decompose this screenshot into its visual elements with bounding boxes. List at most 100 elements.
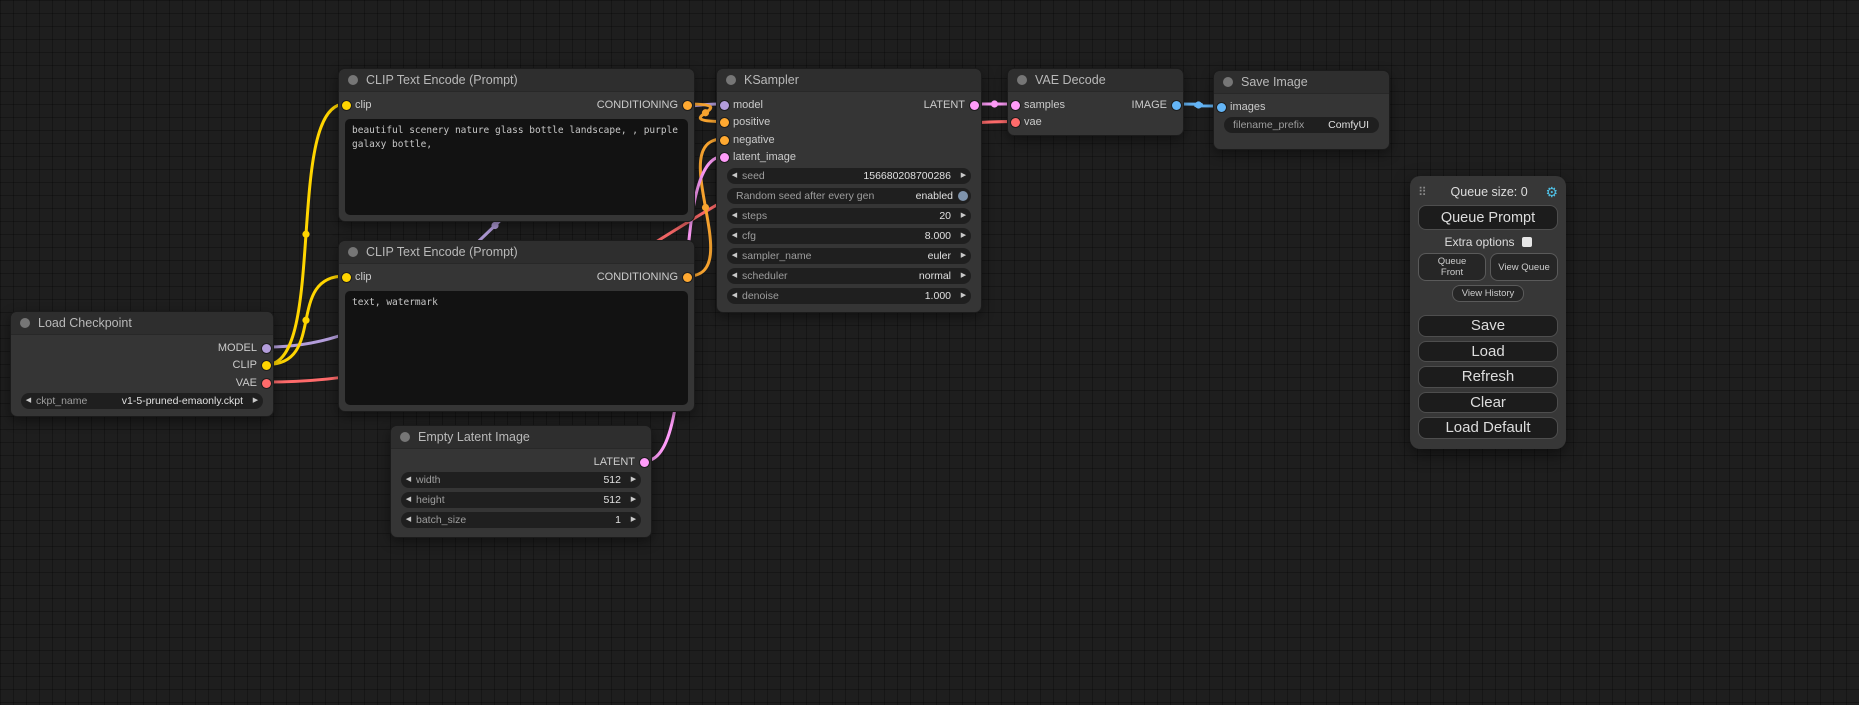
collapse-dot-icon[interactable] (1223, 77, 1233, 87)
load-button[interactable]: Load (1418, 341, 1558, 363)
node-titlebar[interactable]: Load Checkpoint (11, 312, 273, 335)
widget-sampler-name[interactable]: ◀sampler_nameeuler▶ (727, 248, 971, 264)
input-slot-clip[interactable] (342, 101, 351, 110)
node-titlebar[interactable]: KSampler (717, 69, 981, 92)
increment-arrow-icon[interactable]: ▶ (956, 268, 971, 284)
node-titlebar[interactable]: Empty Latent Image (391, 426, 651, 449)
output-slot-conditioning[interactable] (683, 273, 692, 282)
view-queue-button[interactable]: View Queue (1490, 253, 1558, 281)
slot-row: clipCONDITIONING (339, 97, 694, 113)
input-slot-positive[interactable] (720, 118, 729, 127)
output-slot-conditioning[interactable] (683, 101, 692, 110)
node-titlebar[interactable]: CLIP Text Encode (Prompt) (339, 241, 694, 264)
node-title: Empty Latent Image (418, 430, 530, 444)
widget-width[interactable]: ◀width512▶ (401, 472, 641, 488)
increment-arrow-icon[interactable]: ▶ (626, 492, 641, 508)
slot-row: MODEL (11, 340, 273, 356)
node-ksampler[interactable]: KSamplermodelLATENTpositivenegativelaten… (716, 68, 982, 313)
decrement-arrow-icon[interactable]: ◀ (21, 393, 36, 409)
widget-cfg[interactable]: ◀cfg8.000▶ (727, 228, 971, 244)
widget-steps[interactable]: ◀steps20▶ (727, 208, 971, 224)
queue-prompt-button[interactable]: Queue Prompt (1418, 205, 1558, 230)
output-slot-latent[interactable] (970, 101, 979, 110)
refresh-button[interactable]: Refresh (1418, 366, 1558, 388)
widget-Random seed after every gen[interactable]: Random seed after every genenabled (727, 188, 971, 204)
node-title: Save Image (1241, 75, 1308, 89)
decrement-arrow-icon[interactable]: ◀ (727, 248, 742, 264)
view-history-button[interactable]: View History (1452, 285, 1524, 302)
widget-value: 1 (466, 514, 626, 526)
input-slot-model[interactable] (720, 101, 729, 110)
decrement-arrow-icon[interactable]: ◀ (727, 228, 742, 244)
input-slot-latent_image[interactable] (720, 153, 729, 162)
graph-canvas[interactable]: ⠿ Queue size: 0 ⚙ Queue Prompt Extra opt… (0, 0, 1859, 705)
input-slot-clip[interactable] (342, 273, 351, 282)
output-slot-clip[interactable] (262, 361, 271, 370)
node-titlebar[interactable]: VAE Decode (1008, 69, 1183, 92)
input-slot-vae[interactable] (1011, 118, 1020, 127)
node-title: Load Checkpoint (38, 316, 132, 330)
node-titlebar[interactable]: CLIP Text Encode (Prompt) (339, 69, 694, 92)
increment-arrow-icon[interactable]: ▶ (248, 393, 263, 409)
increment-arrow-icon[interactable]: ▶ (956, 248, 971, 264)
output-slot-model[interactable] (262, 344, 271, 353)
input-slot-negative[interactable] (720, 136, 729, 145)
slot-row: LATENT (391, 454, 651, 470)
input-slot-label: negative (733, 134, 775, 146)
widget-label: batch_size (416, 514, 466, 526)
link-midpoint-dot (302, 317, 309, 324)
collapse-dot-icon[interactable] (400, 432, 410, 442)
increment-arrow-icon[interactable]: ▶ (626, 472, 641, 488)
increment-arrow-icon[interactable]: ▶ (956, 208, 971, 224)
widget-denoise[interactable]: ◀denoise1.000▶ (727, 288, 971, 304)
widget-ckpt-name[interactable]: ◀ckpt_namev1-5-pruned-emaonly.ckpt▶ (21, 393, 263, 409)
output-slot-label: LATENT (924, 99, 965, 111)
node-load-checkpoint[interactable]: Load CheckpointMODELCLIPVAE◀ckpt_namev1-… (10, 311, 274, 417)
prompt-textarea[interactable]: beautiful scenery nature glass bottle la… (345, 119, 688, 215)
increment-arrow-icon[interactable]: ▶ (956, 168, 971, 184)
widget-scheduler[interactable]: ◀schedulernormal▶ (727, 268, 971, 284)
widget-height[interactable]: ◀height512▶ (401, 492, 641, 508)
input-slot-images[interactable] (1217, 103, 1226, 112)
node-save-image[interactable]: Save Imageimagesfilename_prefixComfyUI (1213, 70, 1390, 150)
decrement-arrow-icon[interactable]: ◀ (727, 208, 742, 224)
widget-filename-prefix[interactable]: filename_prefixComfyUI (1224, 117, 1379, 133)
toggle-knob[interactable] (958, 191, 968, 201)
node-titlebar[interactable]: Save Image (1214, 71, 1389, 94)
decrement-arrow-icon[interactable]: ◀ (727, 288, 742, 304)
collapse-dot-icon[interactable] (20, 318, 30, 328)
increment-arrow-icon[interactable]: ▶ (956, 288, 971, 304)
extra-options-checkbox[interactable] (1522, 237, 1532, 247)
widget-value: 8.000 (756, 230, 956, 242)
clear-button[interactable]: Clear (1418, 392, 1558, 414)
decrement-arrow-icon[interactable]: ◀ (401, 492, 416, 508)
decrement-arrow-icon[interactable]: ◀ (401, 472, 416, 488)
prompt-textarea[interactable]: text, watermark (345, 291, 688, 405)
collapse-dot-icon[interactable] (348, 75, 358, 85)
slot-row: latent_image (717, 150, 981, 166)
queue-front-button[interactable]: Queue Front (1418, 253, 1486, 281)
output-slot-latent[interactable] (640, 458, 649, 467)
collapse-dot-icon[interactable] (348, 247, 358, 257)
load-default-button[interactable]: Load Default (1418, 417, 1558, 439)
output-slot-vae[interactable] (262, 379, 271, 388)
decrement-arrow-icon[interactable]: ◀ (401, 512, 416, 528)
widget-seed[interactable]: ◀seed156680208700286▶ (727, 168, 971, 184)
decrement-arrow-icon[interactable]: ◀ (727, 268, 742, 284)
input-slot-label: vae (1024, 116, 1042, 128)
output-slot-image[interactable] (1172, 101, 1181, 110)
save-button[interactable]: Save (1418, 315, 1558, 337)
collapse-dot-icon[interactable] (726, 75, 736, 85)
input-slot-samples[interactable] (1011, 101, 1020, 110)
drag-handle-icon[interactable]: ⠿ (1418, 185, 1427, 199)
settings-gear-icon[interactable]: ⚙ (1545, 185, 1558, 199)
increment-arrow-icon[interactable]: ▶ (956, 228, 971, 244)
widget-batch-size[interactable]: ◀batch_size1▶ (401, 512, 641, 528)
node-clip-text-encode-negative[interactable]: CLIP Text Encode (Prompt)clipCONDITIONIN… (338, 240, 695, 412)
decrement-arrow-icon[interactable]: ◀ (727, 168, 742, 184)
node-clip-text-encode-positive[interactable]: CLIP Text Encode (Prompt) clipCONDITIONIN… (338, 68, 695, 222)
node-empty-latent-image[interactable]: Empty Latent Image LATENT ◀width512▶ ◀heigh… (390, 425, 652, 538)
collapse-dot-icon[interactable] (1017, 75, 1027, 85)
increment-arrow-icon[interactable]: ▶ (626, 512, 641, 528)
node-vae-decode[interactable]: VAE DecodesamplesIMAGEvae (1007, 68, 1184, 136)
